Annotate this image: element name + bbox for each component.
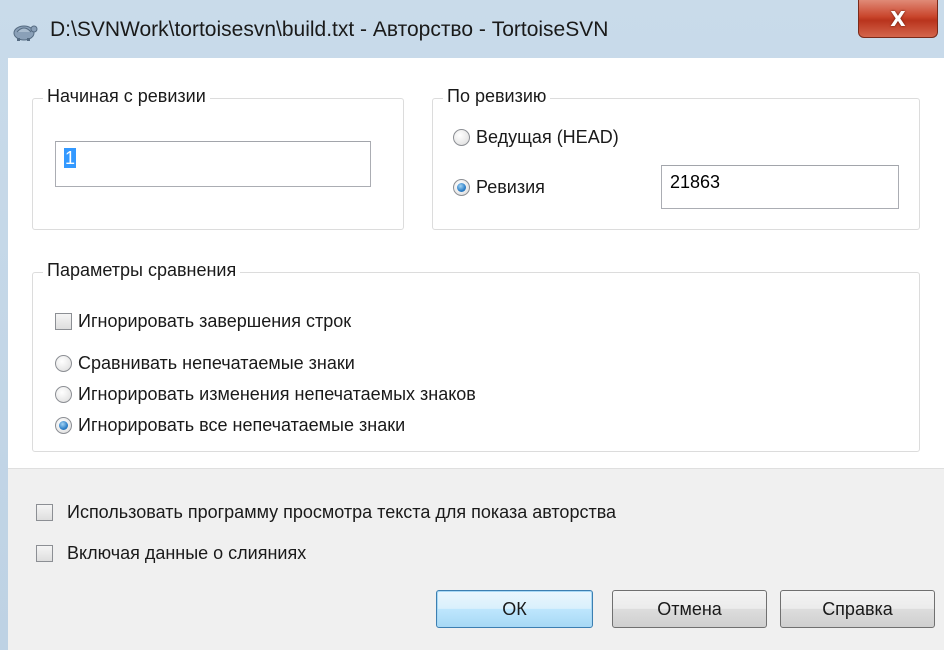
include-merge-label: Включая данные о слияниях: [67, 543, 307, 563]
revision-radio-label: Ревизия: [476, 177, 545, 197]
diff-options-legend: Параметры сравнения: [43, 260, 241, 281]
whitespace-option-ignore-changes-indicator: [55, 386, 72, 403]
ignore-eol-label: Игнорировать завершения строк: [78, 311, 352, 331]
whitespace-option-ignore-all-label: Игнорировать все непечатаемые знаки: [78, 415, 406, 435]
blame-dialog: D:\SVNWork\tortoisesvn\build.txt - Автор…: [0, 0, 944, 650]
whitespace-option-compare[interactable]: Сравнивать непечатаемые знаки: [55, 353, 355, 374]
whitespace-option-ignore-all[interactable]: Игнорировать все непечатаемые знаки: [55, 415, 405, 436]
window-title: D:\SVNWork\tortoisesvn\build.txt - Автор…: [50, 18, 609, 41]
from-revision-legend: Начиная с ревизии: [43, 86, 210, 107]
to-revision-group: По ревизию Ведущая (HEAD) Ревизия 21863: [432, 86, 920, 230]
ignore-eol-checkbox-box: [55, 313, 72, 330]
include-merge-checkbox[interactable]: Включая данные о слияниях: [36, 543, 306, 564]
from-revision-group: Начиная с ревизии 1: [32, 86, 404, 230]
cancel-button[interactable]: Отмена: [612, 590, 767, 628]
title-bar: D:\SVNWork\tortoisesvn\build.txt - Автор…: [0, 0, 944, 58]
from-revision-input[interactable]: 1: [55, 141, 371, 187]
whitespace-option-compare-label: Сравнивать непечатаемые знаки: [78, 353, 355, 373]
close-icon: X: [890, 6, 906, 31]
tortoisesvn-icon: [13, 25, 38, 41]
head-radio[interactable]: Ведущая (HEAD): [453, 127, 619, 148]
help-button[interactable]: Справка: [780, 590, 935, 628]
whitespace-option-ignore-all-indicator: [55, 417, 72, 434]
whitespace-option-compare-indicator: [55, 355, 72, 372]
to-revision-legend: По ревизию: [443, 86, 551, 107]
include-merge-checkbox-box: [36, 545, 53, 562]
use-text-viewer-label: Использовать программу просмотра текста …: [67, 502, 617, 522]
revision-radio[interactable]: Ревизия: [453, 177, 545, 198]
to-revision-input[interactable]: 21863: [661, 165, 899, 209]
close-button[interactable]: X: [858, 0, 938, 38]
use-text-viewer-checkbox[interactable]: Использовать программу просмотра текста …: [36, 502, 616, 523]
dialog-body: Начиная с ревизии 1 По ревизию Ведущая (…: [8, 58, 944, 650]
revision-radio-indicator: [453, 179, 470, 196]
from-revision-value: 1: [64, 148, 77, 168]
diff-options-group: Параметры сравнения Игнорировать заверше…: [32, 260, 920, 452]
head-radio-label: Ведущая (HEAD): [476, 127, 619, 147]
whitespace-option-ignore-changes-label: Игнорировать изменения непечатаемых знак…: [78, 384, 476, 404]
options-panel: Начиная с ревизии 1 По ревизию Ведущая (…: [8, 58, 944, 469]
to-revision-value: 21863: [670, 172, 721, 192]
ignore-eol-checkbox[interactable]: Игнорировать завершения строк: [55, 311, 351, 332]
whitespace-option-ignore-changes[interactable]: Игнорировать изменения непечатаемых знак…: [55, 384, 476, 405]
ok-button[interactable]: ОК: [436, 590, 593, 628]
head-radio-indicator: [453, 129, 470, 146]
use-text-viewer-checkbox-box: [36, 504, 53, 521]
